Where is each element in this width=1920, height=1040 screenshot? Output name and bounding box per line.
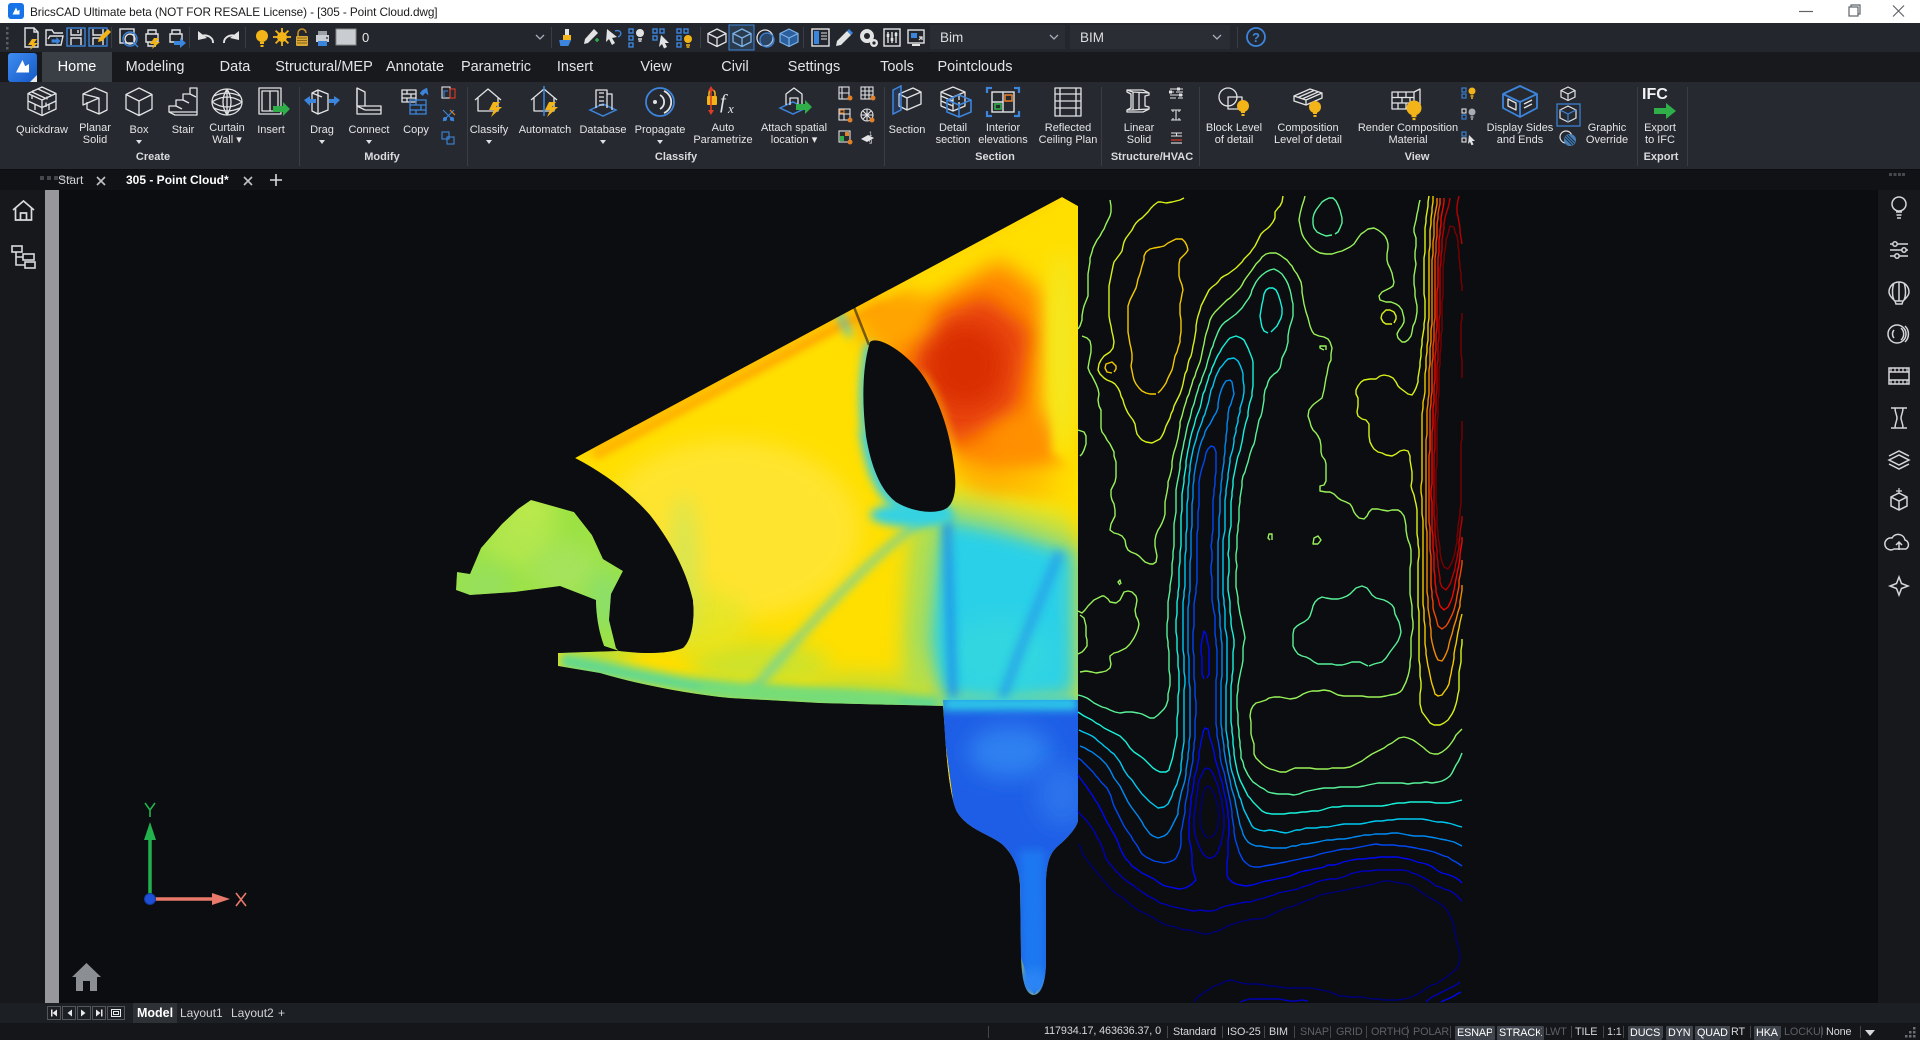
svg-text:IFC: IFC xyxy=(1642,86,1668,103)
svg-text:BIM: BIM xyxy=(1080,30,1104,45)
svg-text:1: 1 xyxy=(869,132,873,138)
svg-text:0: 0 xyxy=(362,30,369,45)
svg-text:Bim: Bim xyxy=(940,30,963,45)
svg-text:?: ? xyxy=(1252,30,1260,45)
svg-text:f: f xyxy=(720,91,728,113)
svg-text:x: x xyxy=(727,101,734,116)
